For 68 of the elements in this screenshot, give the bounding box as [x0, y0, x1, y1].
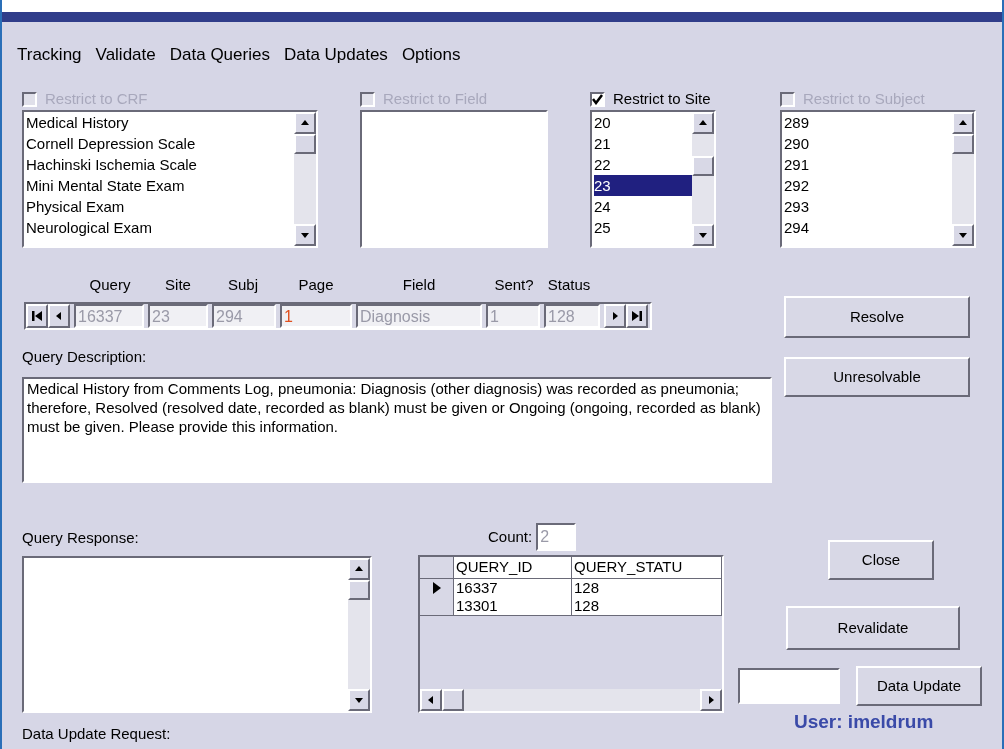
table-cell: 128	[572, 597, 722, 615]
scroll-up-button[interactable]	[952, 112, 974, 134]
column-header[interactable]: QUERY_STATU	[572, 557, 722, 578]
column-header[interactable]: QUERY_ID	[454, 557, 572, 578]
unresolvable-button[interactable]: Unresolvable	[784, 357, 970, 397]
menu-item[interactable]: Data Updates	[283, 42, 388, 72]
scrollbar[interactable]	[294, 112, 316, 246]
scroll-thumb[interactable]	[348, 580, 370, 600]
menu-item[interactable]: Options	[401, 42, 461, 72]
list-item[interactable]: 23	[594, 175, 692, 196]
column-label: Status	[546, 275, 592, 294]
list-item[interactable]: 22	[594, 154, 692, 175]
scroll-up-button[interactable]	[348, 558, 370, 580]
column-label: Subj	[227, 275, 259, 294]
user-label: User: imeldrum	[794, 710, 935, 734]
list-item[interactable]: 20	[594, 112, 692, 133]
menu-item[interactable]: Validate	[95, 42, 156, 72]
description-label: Query Description:	[22, 348, 148, 366]
data-grid[interactable]: QUERY_ID QUERY_STATU 16337 128 13301 128	[418, 555, 724, 713]
record-field[interactable]: 1	[280, 304, 352, 328]
scrollbar[interactable]	[952, 112, 974, 246]
scroll-thumb[interactable]	[294, 134, 316, 154]
description-box: Medical History from Comments Log, pneumonia: Diagnosis (other diagnosis) was recorded as pneumonia; therefore, Resolved (resolved date, recorded as blank) must be given or Ongoing (ongoing, recorded as blank) must be given. Please provide this information.	[22, 377, 772, 483]
scroll-thumb[interactable]	[442, 689, 464, 711]
list-item[interactable]: 24	[594, 196, 692, 217]
column-label: Field	[401, 275, 437, 294]
scroll-down-button[interactable]	[348, 689, 370, 711]
scroll-left-button[interactable]	[420, 689, 442, 711]
scroll-thumb[interactable]	[692, 156, 714, 176]
current-row-icon	[431, 582, 442, 594]
scrollbar[interactable]	[692, 112, 714, 246]
check-icon	[592, 93, 603, 105]
first-record-icon[interactable]	[31, 310, 43, 322]
response-label: Query Response:	[22, 529, 140, 547]
list-item[interactable]: 25	[594, 217, 692, 238]
column-label: Query	[88, 275, 132, 294]
checkbox[interactable]	[590, 91, 605, 107]
menu-item[interactable]: Data Queries	[169, 42, 270, 72]
response-box[interactable]	[22, 556, 372, 713]
update-input[interactable]	[738, 668, 840, 704]
section-label: Data Update Request:	[22, 725, 172, 743]
scroll-right-button[interactable]	[700, 689, 722, 711]
column-label: Page	[297, 275, 335, 294]
scroll-down-button[interactable]	[952, 224, 974, 246]
row-selector[interactable]	[420, 579, 454, 597]
scroll-down-button[interactable]	[692, 224, 714, 246]
menu-item[interactable]: Tracking	[17, 42, 82, 72]
grid-corner	[420, 557, 454, 578]
count-label: Count:	[488, 526, 533, 547]
revalidate-button[interactable]: Revalidate	[786, 606, 960, 650]
scroll-thumb[interactable]	[952, 134, 974, 154]
checkbox-label: Restrict to Site	[613, 88, 711, 109]
scroll-up-button[interactable]	[692, 112, 714, 134]
scroll-down-button[interactable]	[294, 224, 316, 246]
list-item[interactable]: 21	[594, 133, 692, 154]
list-box[interactable]	[360, 110, 548, 248]
count-field: 2	[536, 523, 577, 551]
data-update-button[interactable]: Data Update	[856, 666, 982, 706]
scroll-up-button[interactable]	[294, 112, 316, 134]
column-label: Sent?	[493, 275, 535, 294]
resolve-button[interactable]: Resolve	[784, 296, 970, 338]
close-button[interactable]: Close	[828, 540, 934, 580]
list-box[interactable]: 20 21 22 23 24 25	[590, 110, 716, 248]
last-record-icon[interactable]	[631, 310, 643, 322]
table-cell: 13301	[454, 597, 572, 615]
horizontal-scrollbar[interactable]	[420, 689, 722, 711]
scrollbar[interactable]	[348, 558, 370, 711]
column-label: Site	[164, 275, 192, 294]
